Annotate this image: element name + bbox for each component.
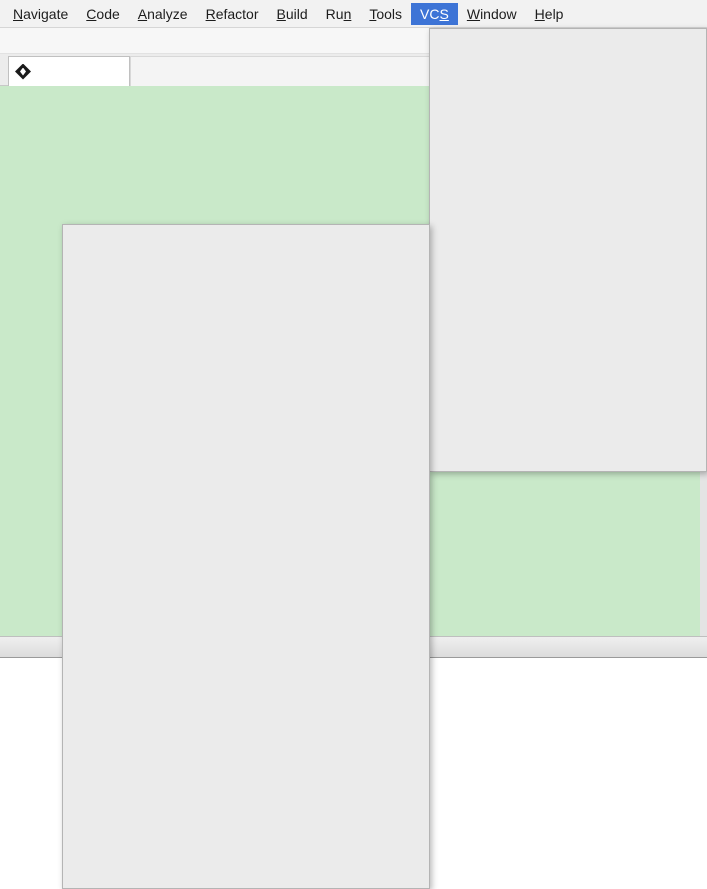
menubar-item-window[interactable]: Window	[458, 3, 526, 25]
menubar-item-navigate[interactable]: Navigate	[4, 3, 77, 25]
tab-strip-empty-area	[130, 56, 430, 86]
tab-gitignore[interactable]	[8, 56, 130, 86]
menubar-item-analyze[interactable]: Analyze	[129, 3, 197, 25]
menubar-item-build[interactable]: Build	[268, 3, 317, 25]
gitignore-file-icon	[15, 63, 31, 80]
menubar-item-vcs[interactable]: VCS	[411, 2, 458, 25]
vcs-dropdown-menu[interactable]	[429, 28, 707, 472]
menubar-item-code[interactable]: Code	[77, 3, 128, 25]
menu-bar: Navigate Code Analyze Refactor Build Run Tools…	[0, 0, 707, 28]
menubar-item-tools[interactable]: Tools	[360, 3, 411, 25]
menubar-item-refactor[interactable]: Refactor	[197, 3, 268, 25]
menubar-item-help[interactable]: Help	[526, 3, 573, 25]
git-submenu[interactable]	[62, 224, 430, 889]
menubar-item-run[interactable]: Run	[317, 3, 361, 25]
